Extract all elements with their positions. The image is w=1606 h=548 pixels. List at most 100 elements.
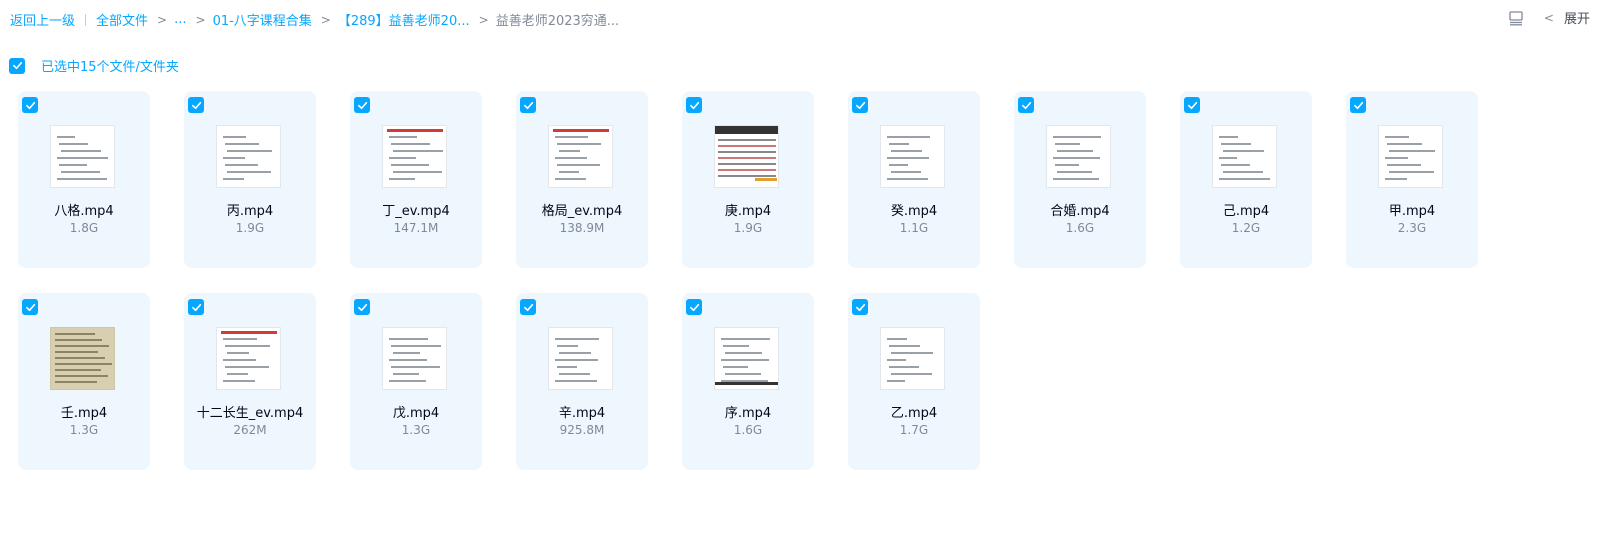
file-checkbox[interactable]	[852, 299, 868, 315]
file-name[interactable]: 癸.mp4	[848, 200, 980, 219]
chevron-right-icon: >	[195, 12, 206, 27]
check-icon	[1353, 101, 1363, 109]
file-name[interactable]: 壬.mp4	[18, 402, 150, 421]
file-size: 1.9G	[235, 221, 265, 235]
file-card[interactable]: 十二长生_ev.mp4 262M	[184, 293, 316, 470]
file-size: 138.9M	[559, 221, 605, 235]
file-checkbox[interactable]	[520, 97, 536, 113]
check-icon	[689, 101, 699, 109]
video-thumbnail	[216, 327, 281, 390]
file-checkbox[interactable]	[1350, 97, 1366, 113]
check-icon	[191, 101, 201, 109]
file-card[interactable]: 辛.mp4 925.8M	[516, 293, 648, 470]
video-thumbnail	[1378, 125, 1443, 188]
file-checkbox[interactable]	[852, 97, 868, 113]
select-all-row: 已选中15个文件/文件夹	[9, 56, 179, 75]
file-size: 1.9G	[733, 221, 763, 235]
file-card[interactable]: 格局_ev.mp4 138.9M	[516, 91, 648, 268]
file-name[interactable]: 乙.mp4	[848, 402, 980, 421]
file-card[interactable]: 合婚.mp4 1.6G	[1014, 91, 1146, 268]
file-size: 1.3G	[69, 423, 99, 437]
file-size: 925.8M	[559, 423, 605, 437]
file-card[interactable]: 癸.mp4 1.1G	[848, 91, 980, 268]
file-name[interactable]: 丁_ev.mp4	[350, 200, 482, 219]
chevron-right-icon: >	[478, 12, 489, 27]
check-icon	[1021, 101, 1031, 109]
file-size: 2.3G	[1397, 221, 1427, 235]
breadcrumb-current: 益善老师2023穷通...	[495, 14, 620, 29]
check-icon	[12, 61, 22, 70]
file-name[interactable]: 序.mp4	[682, 402, 814, 421]
file-checkbox[interactable]	[520, 299, 536, 315]
file-size: 1.7G	[899, 423, 929, 437]
video-thumbnail	[216, 125, 281, 188]
file-size: 1.1G	[899, 221, 929, 235]
file-card[interactable]: 甲.mp4 2.3G	[1346, 91, 1478, 268]
file-name[interactable]: 十二长生_ev.mp4	[184, 402, 316, 421]
file-card[interactable]: 八格.mp4 1.8G	[18, 91, 150, 268]
breadcrumb-ellipsis[interactable]: ...	[174, 12, 186, 27]
file-name[interactable]: 格局_ev.mp4	[516, 200, 648, 219]
file-size: 147.1M	[393, 221, 439, 235]
chevron-right-icon: >	[320, 12, 331, 27]
file-card[interactable]: 丙.mp4 1.9G	[184, 91, 316, 268]
list-view-icon[interactable]	[1508, 10, 1524, 26]
file-checkbox[interactable]	[686, 97, 702, 113]
file-name[interactable]: 甲.mp4	[1346, 200, 1478, 219]
check-icon	[25, 101, 35, 109]
top-bar: 返回上一级 全部文件 > ... > 01-八字课程合集 > 【289】益善老师…	[0, 0, 1606, 38]
divider	[85, 13, 87, 26]
breadcrumb: 返回上一级 全部文件 > ... > 01-八字课程合集 > 【289】益善老师…	[10, 10, 619, 29]
file-name[interactable]: 庚.mp4	[682, 200, 814, 219]
file-name[interactable]: 丙.mp4	[184, 200, 316, 219]
file-checkbox[interactable]	[188, 299, 204, 315]
selection-count-label: 已选中15个文件/文件夹	[41, 60, 179, 75]
video-thumbnail	[548, 125, 613, 188]
check-icon	[25, 303, 35, 311]
check-icon	[523, 303, 533, 311]
video-thumbnail	[1212, 125, 1277, 188]
file-name[interactable]: 辛.mp4	[516, 402, 648, 421]
video-thumbnail	[50, 125, 115, 188]
file-name[interactable]: 戊.mp4	[350, 402, 482, 421]
video-thumbnail	[1046, 125, 1111, 188]
file-card[interactable]: 壬.mp4 1.3G	[18, 293, 150, 470]
file-card[interactable]: 乙.mp4 1.7G	[848, 293, 980, 470]
check-icon	[1187, 101, 1197, 109]
file-card[interactable]: 丁_ev.mp4 147.1M	[350, 91, 482, 268]
select-all-checkbox[interactable]	[9, 57, 25, 74]
file-size: 1.6G	[733, 423, 763, 437]
check-icon	[357, 101, 367, 109]
file-name[interactable]: 己.mp4	[1180, 200, 1312, 219]
breadcrumb-folder-1[interactable]: 01-八字课程合集	[213, 10, 312, 29]
expand-label: 展开	[1563, 12, 1590, 27]
breadcrumb-folder-2[interactable]: 【289】益善老师20...	[338, 10, 470, 29]
video-thumbnail	[880, 125, 945, 188]
video-thumbnail	[382, 125, 447, 188]
file-card[interactable]: 戊.mp4 1.3G	[350, 293, 482, 470]
check-icon	[191, 303, 201, 311]
expand-button[interactable]: < 展开	[1544, 8, 1590, 28]
check-icon	[855, 101, 865, 109]
video-thumbnail	[714, 327, 779, 390]
file-checkbox[interactable]	[22, 299, 38, 315]
check-icon	[689, 303, 699, 311]
file-checkbox[interactable]	[1184, 97, 1200, 113]
video-thumbnail	[880, 327, 945, 390]
file-card[interactable]: 己.mp4 1.2G	[1180, 91, 1312, 268]
file-card[interactable]: 庚.mp4 1.9G	[682, 91, 814, 268]
file-checkbox[interactable]	[686, 299, 702, 315]
file-name[interactable]: 合婚.mp4	[1014, 200, 1146, 219]
back-link[interactable]: 返回上一级	[10, 10, 75, 29]
file-checkbox[interactable]	[22, 97, 38, 113]
file-checkbox[interactable]	[1018, 97, 1034, 113]
breadcrumb-all-files[interactable]: 全部文件	[96, 10, 148, 29]
video-thumbnail	[548, 327, 613, 390]
file-checkbox[interactable]	[354, 97, 370, 113]
file-checkbox[interactable]	[354, 299, 370, 315]
file-card[interactable]: 序.mp4 1.6G	[682, 293, 814, 470]
file-name[interactable]: 八格.mp4	[18, 200, 150, 219]
file-checkbox[interactable]	[188, 97, 204, 113]
check-icon	[523, 101, 533, 109]
chevron-right-icon: >	[157, 12, 168, 27]
